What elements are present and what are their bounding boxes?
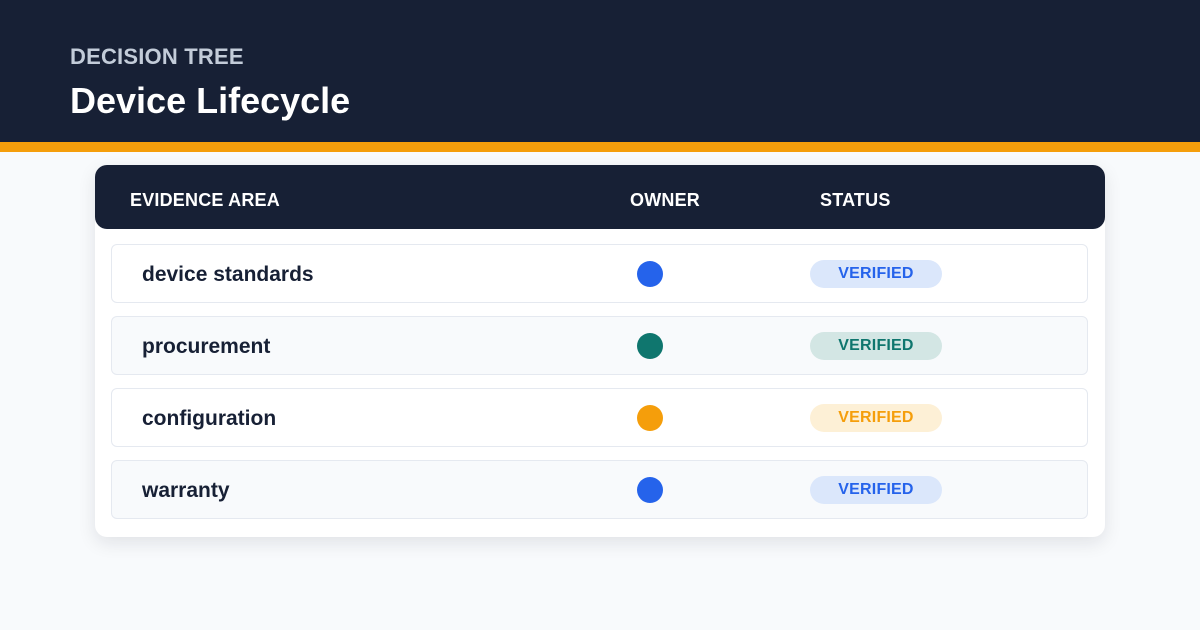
status-badge: VERIFIED xyxy=(810,404,942,432)
owner-dot xyxy=(637,261,663,287)
table-header: EVIDENCE AREA OWNER STATUS xyxy=(95,165,1105,229)
status-badge: VERIFIED xyxy=(810,260,942,288)
evidence-area-label: device standards xyxy=(142,263,314,286)
page-eyebrow: DECISION TREE xyxy=(70,44,244,69)
column-header-evidence-area[interactable]: EVIDENCE AREA xyxy=(130,190,280,211)
table-row[interactable]: procurement VERIFIED xyxy=(111,316,1088,375)
owner-dot xyxy=(637,405,663,431)
owner-dot xyxy=(637,333,663,359)
table-row[interactable]: configuration VERIFIED xyxy=(111,388,1088,447)
owner-dot xyxy=(637,477,663,503)
evidence-area-label: warranty xyxy=(142,479,230,502)
evidence-table-card: EVIDENCE AREA OWNER STATUS device standa… xyxy=(95,165,1105,537)
evidence-area-label: procurement xyxy=(142,335,271,358)
status-badge: VERIFIED xyxy=(810,476,942,504)
header-accent-bar xyxy=(0,142,1200,152)
column-header-status[interactable]: STATUS xyxy=(820,190,891,211)
status-badge: VERIFIED xyxy=(810,332,942,360)
table-row[interactable]: warranty VERIFIED xyxy=(111,460,1088,519)
evidence-area-label: configuration xyxy=(142,407,277,430)
page-header: DECISION TREE Device Lifecycle xyxy=(0,0,1200,142)
column-header-owner[interactable]: OWNER xyxy=(630,190,700,211)
table-row[interactable]: device standards VERIFIED xyxy=(111,244,1088,303)
page-title: Device Lifecycle xyxy=(70,80,351,121)
